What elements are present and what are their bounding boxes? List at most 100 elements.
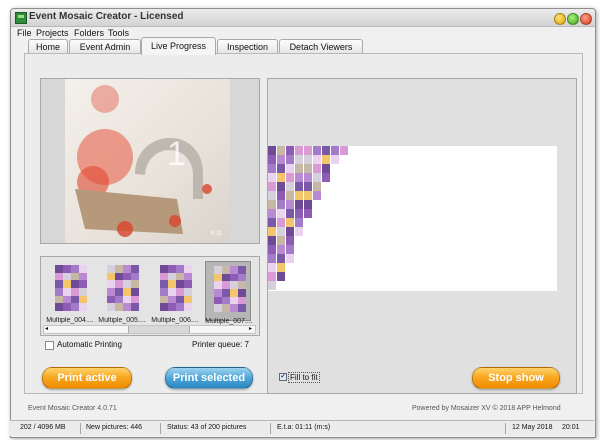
tab-live-progress[interactable]: Live Progress (141, 37, 216, 55)
mosaic-tile (286, 164, 294, 173)
mosaic-tile (184, 272, 192, 281)
status-separator (80, 423, 81, 434)
mosaic-tile (214, 296, 222, 305)
mosaic-tile (123, 280, 131, 288)
mosaic-tile (295, 191, 303, 200)
date-label: 12 May 2018 (512, 424, 553, 431)
mosaic-tile (286, 245, 294, 254)
mosaic-tile (168, 265, 176, 273)
mosaic-tile (222, 288, 230, 297)
automatic-printing-checkbox[interactable] (45, 341, 54, 350)
mosaic-tile (268, 245, 276, 254)
mosaic-canvas (268, 146, 557, 291)
mosaic-thumbnail-image (214, 266, 246, 312)
mosaic-tile (268, 200, 276, 209)
mosaic-tile (55, 265, 63, 273)
mosaic-tile (268, 236, 276, 245)
tab-event-admin[interactable]: Event Admin (69, 39, 141, 54)
mosaic-tile (55, 272, 63, 281)
padlock-image (75, 85, 212, 237)
recent-pictures-strip: Multiple_004.... Multiple_005.... Multip… (40, 256, 260, 336)
mosaic-tile (184, 265, 192, 273)
print-selected-button[interactable]: Print selected (165, 367, 253, 389)
mosaic-tile (214, 288, 222, 297)
mosaic-tile (295, 146, 303, 155)
powered-by-label: Powered by Mosaizer XV © 2018 APP Helmon… (412, 405, 561, 412)
mosaic-tile (107, 272, 115, 281)
mosaic-tile (286, 254, 294, 263)
mosaic-tile (238, 288, 246, 297)
mosaic-tile (115, 280, 123, 288)
minimize-button[interactable] (554, 13, 566, 25)
tab-detach-viewers[interactable]: Detach Viewers (279, 39, 363, 54)
mosaic-tile (214, 281, 222, 289)
fill-to-fit-checkbox[interactable]: ✔ (279, 373, 287, 381)
thumbnail-scrollbar[interactable]: ◂ ▸ (43, 325, 256, 334)
mosaic-tile (71, 303, 79, 311)
maximize-button[interactable] (567, 13, 579, 25)
mosaic-tile (115, 287, 123, 296)
status-separator (505, 423, 506, 434)
thumbnail-item[interactable]: Multiple_005.... (98, 261, 146, 324)
print-active-button[interactable]: Print active (42, 367, 132, 389)
mosaic-thumbnail-image (160, 265, 192, 311)
scroll-right-arrow-icon[interactable]: ▸ (249, 325, 252, 332)
mosaic-tile (230, 281, 238, 289)
mosaic-tile (176, 287, 184, 296)
scroll-left-arrow-icon[interactable]: ◂ (45, 325, 48, 332)
mosaic-tile (214, 304, 222, 312)
mosaic-tile (184, 295, 192, 304)
window-title: Event Mosaic Creator - Licensed (29, 11, 184, 22)
mosaic-tile (286, 209, 294, 218)
thumbnail-label: Multiple_007.... (205, 318, 253, 325)
tab-home[interactable]: Home (28, 39, 68, 54)
close-button[interactable] (580, 13, 592, 25)
mosaic-tile (304, 200, 312, 209)
mosaic-tile (268, 164, 276, 173)
mosaic-tile (115, 295, 123, 304)
stop-show-button[interactable]: Stop show (472, 367, 560, 389)
mosaic-tile (55, 287, 63, 296)
tab-inspection[interactable]: Inspection (217, 39, 278, 54)
mosaic-tile (268, 263, 276, 272)
thumbnail-item[interactable]: Multiple_006.... (151, 261, 199, 324)
version-label: Event Mosaic Creator 4.0.71 (28, 405, 117, 412)
menu-folders[interactable]: Folders (74, 28, 104, 38)
menu-tools[interactable]: Tools (108, 28, 129, 38)
mosaic-tile (160, 280, 168, 288)
status-separator (160, 423, 161, 434)
mosaic-tile (268, 218, 276, 227)
memory-usage: 202 / 4096 MB (20, 424, 66, 431)
mosaic-tile (286, 173, 294, 182)
menu-projects[interactable]: Projects (36, 28, 69, 38)
mosaic-tile (286, 227, 294, 236)
mosaic-tile (277, 263, 285, 272)
mosaic-tile (322, 146, 330, 155)
mosaic-progress-panel (267, 78, 577, 394)
menu-file[interactable]: File (17, 28, 32, 38)
mosaic-tile (168, 295, 176, 304)
mosaic-tile (230, 273, 238, 282)
mosaic-tile (131, 272, 139, 281)
thumbnail-item[interactable]: Multiple_004.... (46, 261, 94, 324)
mosaic-tile (184, 303, 192, 311)
mosaic-tile (295, 164, 303, 173)
mosaic-tile (277, 254, 285, 263)
mosaic-tile (222, 266, 230, 274)
mosaic-tile (268, 191, 276, 200)
mosaic-tile (340, 146, 348, 155)
mosaic-tile (176, 280, 184, 288)
scrollbar-thumb[interactable] (128, 326, 190, 333)
thumbnail-item-selected[interactable]: Multiple_007.... (205, 261, 253, 325)
mosaic-tile (238, 304, 246, 312)
mosaic-tile (115, 265, 123, 273)
mosaic-tile (313, 155, 321, 164)
thumbnail-label: Multiple_005.... (98, 317, 146, 324)
mosaic-tile (286, 146, 294, 155)
mosaic-tile (238, 281, 246, 289)
mosaic-tile (160, 272, 168, 281)
mosaic-tile (222, 281, 230, 289)
thumbnail-label: Multiple_004.... (46, 317, 94, 324)
mosaic-tile (107, 280, 115, 288)
mosaic-tile (79, 280, 87, 288)
